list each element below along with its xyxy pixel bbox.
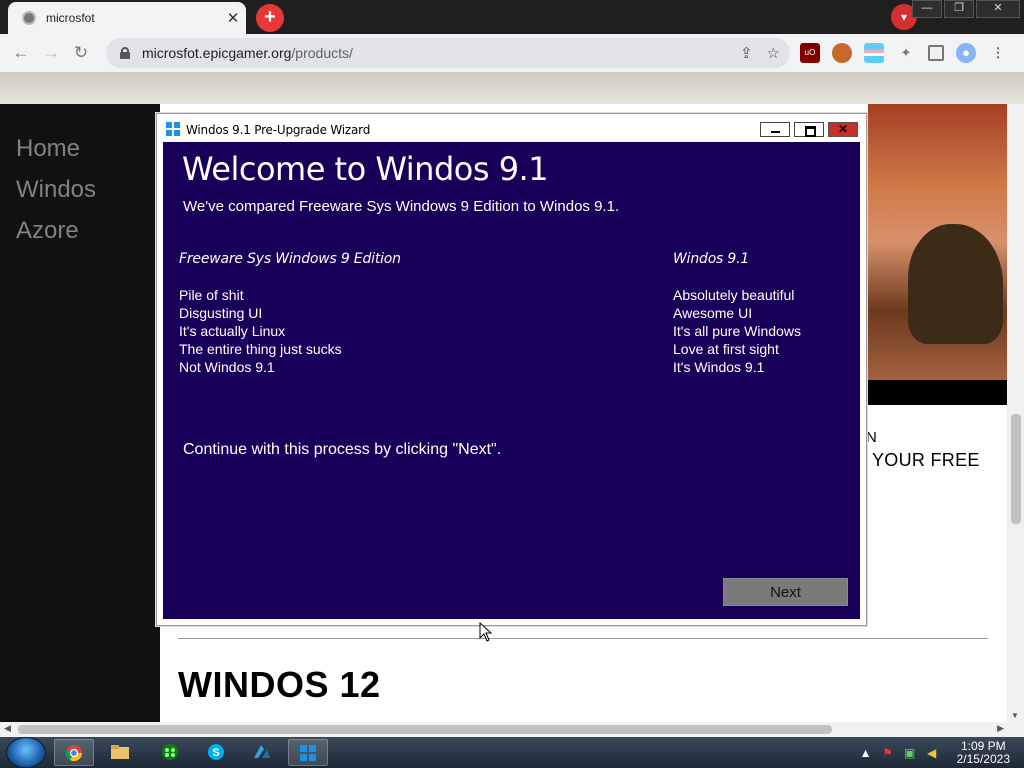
- url-path: /products/: [291, 45, 353, 61]
- list-item: It's actually Linux: [179, 323, 286, 339]
- wizard-heading: Welcome to Windos 9.1: [182, 150, 549, 188]
- vertical-scrollbar[interactable]: ▼: [1007, 104, 1024, 722]
- windows-logo-icon: [166, 122, 181, 136]
- comparison-header-new: Windos 9.1: [673, 251, 750, 267]
- screen: microsfot ✕ + ▾ — ❐ ✕ ← → ↻ microsfot.ep…: [0, 0, 1024, 768]
- list-item: Not Windos 9.1: [179, 359, 275, 375]
- address-bar-actions: ⇪ ☆: [740, 38, 780, 68]
- list-item: Pile of shit: [179, 287, 244, 303]
- profile-extension-icon[interactable]: [832, 43, 852, 63]
- extensions-puzzle-icon[interactable]: ✦: [896, 43, 916, 63]
- tree-silhouette: [908, 224, 1003, 344]
- browser-tab[interactable]: microsfot ✕: [8, 2, 246, 34]
- share-icon[interactable]: ⇪: [740, 44, 753, 62]
- list-item: It's all pure Windows: [673, 323, 801, 339]
- lock-icon: [120, 47, 130, 59]
- network-icon[interactable]: ▣: [903, 746, 917, 760]
- extensions-area: uO ✦ ● ⋮: [800, 38, 1008, 68]
- ublock-origin-icon[interactable]: uO: [800, 43, 820, 63]
- list-item: Disgusting UI: [179, 305, 263, 321]
- list-item: Absolutely beautiful: [673, 287, 795, 303]
- nav-link-home[interactable]: Home: [0, 128, 160, 169]
- taskbar-azure-icon[interactable]: [242, 739, 282, 766]
- forward-button[interactable]: →: [36, 38, 66, 68]
- wizard-maximize-button[interactable]: [794, 122, 824, 137]
- scroll-left-arrow-icon[interactable]: ◀: [4, 723, 11, 734]
- section-divider: [178, 638, 988, 639]
- action-center-flag-icon[interactable]: ⚑: [881, 746, 895, 760]
- url-host: microsfot.epicgamer.org: [142, 45, 292, 61]
- upgrade-wizard-window: Windos 9.1 Pre-Upgrade Wizard ✕ Welcome …: [156, 113, 867, 626]
- list-item: Love at first sight: [673, 341, 779, 357]
- promo-text-fragment: N: [866, 429, 877, 446]
- bookmark-star-icon[interactable]: ☆: [767, 44, 780, 62]
- window-controls: — ❐ ✕: [910, 0, 1020, 18]
- system-tray: ▲ ⚑ ▣ ◀ 1:09 PM 2/15/2023: [859, 737, 1010, 768]
- comparison-column-new: Windos 9.1 Absolutely beautiful Awesome …: [673, 251, 801, 376]
- taskbar: S ▲ ⚑ ▣ ◀ 1:09 PM 2/15/2023: [0, 737, 1024, 768]
- new-tab-button[interactable]: +: [256, 4, 284, 32]
- taskbar-clock[interactable]: 1:09 PM 2/15/2023: [956, 738, 1010, 766]
- menu-kebab-icon[interactable]: ⋮: [988, 43, 1008, 63]
- svg-text:S: S: [212, 747, 219, 759]
- profile-avatar-icon[interactable]: ●: [956, 43, 976, 63]
- browser-tabstrip: microsfot ✕ + ▾ — ❐ ✕: [0, 0, 1024, 34]
- show-hidden-icons-arrow-icon[interactable]: ▲: [859, 746, 873, 760]
- wizard-window-controls: ✕: [760, 122, 858, 137]
- nav-link-azore[interactable]: Azore: [0, 210, 160, 251]
- wizard-subtitle: We've compared Freeware Sys Windows 9 Ed…: [183, 198, 620, 215]
- wizard-titlebar[interactable]: Windos 9.1 Pre-Upgrade Wizard ✕: [157, 114, 866, 142]
- scroll-down-arrow-icon[interactable]: ▼: [1011, 711, 1019, 720]
- restore-window-button[interactable]: ❐: [944, 0, 974, 18]
- nav-link-windos[interactable]: Windos: [0, 169, 160, 210]
- taskbar-windows-logo-icon[interactable]: [288, 739, 328, 766]
- taskbar-skype-icon[interactable]: S: [196, 739, 236, 766]
- globe-icon: [22, 11, 36, 25]
- flag-extension-icon[interactable]: [864, 43, 884, 63]
- wizard-content: Welcome to Windos 9.1 We've compared Fre…: [163, 142, 860, 619]
- taskbar-xbox-icon[interactable]: [150, 739, 190, 766]
- section-heading: WINDOS 12: [178, 664, 381, 705]
- list-item: It's Windos 9.1: [673, 359, 765, 375]
- volume-icon[interactable]: ◀: [925, 746, 939, 760]
- hero-caption-bar: [868, 380, 1007, 405]
- comparison-header-old: Freeware Sys Windows 9 Edition: [179, 251, 401, 267]
- tab-title: microsfot: [46, 11, 95, 25]
- reload-button[interactable]: ↻: [66, 38, 96, 68]
- wizard-title: Windos 9.1 Pre-Upgrade Wizard: [186, 123, 371, 137]
- scroll-right-arrow-icon[interactable]: ▶: [997, 723, 1004, 734]
- hero-image: [868, 104, 1007, 380]
- side-navigation: Home Windos Azore: [0, 104, 160, 722]
- tab-close-button[interactable]: ✕: [220, 9, 246, 27]
- horizontal-scrollbar[interactable]: ◀ ▶: [0, 722, 1024, 737]
- close-window-button[interactable]: ✕: [976, 0, 1020, 18]
- wizard-minimize-button[interactable]: [760, 122, 790, 137]
- side-panel-icon[interactable]: [928, 45, 944, 61]
- address-bar[interactable]: microsfot.epicgamer.org/products/ ⇪ ☆: [106, 38, 790, 68]
- back-button[interactable]: ←: [6, 38, 36, 68]
- promo-text: YOUR FREE: [872, 450, 980, 470]
- clock-time: 1:09 PM: [960, 738, 1006, 753]
- list-item: The entire thing just sucks: [179, 341, 342, 357]
- clock-date: 2/15/2023: [956, 751, 1010, 766]
- continue-instruction: Continue with this process by clicking "…: [183, 441, 502, 458]
- list-item: Awesome UI: [673, 305, 753, 321]
- comparison-column-old: Freeware Sys Windows 9 Edition Pile of s…: [179, 251, 401, 376]
- horizontal-scrollbar-thumb[interactable]: [18, 725, 832, 734]
- minimize-window-button[interactable]: —: [912, 0, 942, 18]
- vertical-scrollbar-thumb[interactable]: [1011, 414, 1021, 524]
- browser-toolbar: ← → ↻ microsfot.epicgamer.org/products/ …: [0, 34, 1024, 72]
- taskbar-explorer-icon[interactable]: [100, 739, 140, 766]
- start-button[interactable]: [6, 737, 46, 768]
- wizard-close-button[interactable]: ✕: [828, 122, 858, 137]
- next-button[interactable]: Next: [723, 578, 848, 606]
- taskbar-chrome-icon[interactable]: [54, 739, 94, 766]
- page-header-banner: [0, 72, 1024, 104]
